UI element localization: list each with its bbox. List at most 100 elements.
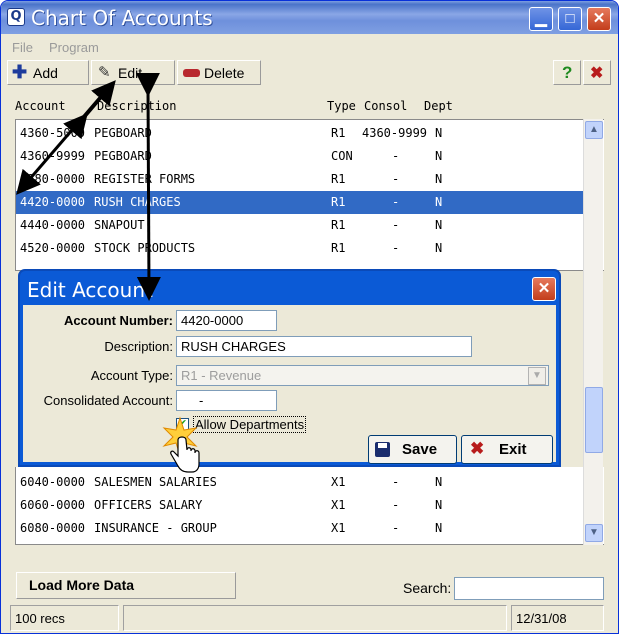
record-count: 100 recs [10,605,119,631]
header-description[interactable]: Description [97,99,176,113]
account-type-select[interactable]: R1 - Revenue [176,365,549,386]
table-row-selected[interactable]: 4420-0000 RUSH CHARGES R1 - N [16,191,584,214]
cell-consol: 4360-9999 [362,126,428,140]
pencil-icon: ✎ [98,64,111,81]
scroll-thumb[interactable] [585,387,603,453]
cell-type: X1 [331,521,346,535]
cell-dept: N [435,149,443,163]
cell-description: OFFICERS SALARY [94,498,203,512]
exit-icon: ✖ [590,65,604,82]
cell-consol: - [392,498,400,512]
scroll-up-button[interactable]: ▲ [585,121,603,139]
header-dept[interactable]: Dept [424,99,453,113]
cell-consol: - [392,475,400,489]
cell-consol: - [392,521,400,535]
table-row[interactable]: 4360-5000 PEGBOARD R1 4360-9999 N [16,122,584,145]
dropdown-arrow-icon[interactable]: ▼ [528,367,546,385]
title-bar[interactable]: Q Chart Of Accounts ▁ □ ✕ [1,1,618,34]
account-number-label: Account Number: [63,313,173,328]
account-list: 4360-5000 PEGBOARD R1 4360-9999 N 4360-9… [15,119,604,271]
exit-label: Exit [499,441,527,458]
status-bar: 100 recs 12/31/08 [1,603,618,633]
cell-dept: N [435,498,443,512]
delete-icon [183,69,200,77]
cell-dept: N [435,126,443,140]
cell-consol: - [392,172,400,186]
allow-departments-label[interactable]: Allow Departments [193,416,307,433]
minimize-icon: ▁ [535,10,547,27]
cell-account: 6080-0000 [20,521,86,535]
plus-icon: ✚ [12,62,28,82]
vertical-scrollbar[interactable]: ▲ ▼ [583,119,603,545]
cell-account: 4520-0000 [20,241,86,255]
grid-header: Account Description Type Consol Dept [1,97,618,117]
close-icon: ✕ [537,280,551,297]
cell-dept: N [435,521,443,535]
menu-file[interactable]: File [12,40,33,55]
edit-button[interactable]: ✎ Edit [91,60,175,85]
cell-account: 6040-0000 [20,475,86,489]
table-row[interactable]: 4380-0000 REGISTER FORMS R1 - N [16,168,584,191]
table-row[interactable]: 4360-9999 PEGBOARD CON - N [16,145,584,168]
table-row[interactable]: 6060-0000 OFFICERS SALARY X1 - N [16,494,584,517]
cell-account: 4360-5000 [20,126,86,140]
account-list-lower: 6040-0000 SALESMEN SALARIES X1 - N 6060-… [15,467,604,545]
consolidated-account-field[interactable]: - [176,390,277,411]
cell-account: 6060-0000 [20,498,86,512]
menu-program[interactable]: Program [49,40,99,55]
checkmark-icon: ✔ [177,418,188,430]
minimize-button[interactable]: ▁ [529,7,553,31]
status-message [123,605,507,631]
allow-departments-checkbox[interactable]: ✔ [176,418,189,431]
help-icon: ? [562,63,573,82]
cell-type: R1 [331,241,346,255]
header-account[interactable]: Account [15,99,66,113]
cell-type: R1 [331,218,346,232]
exit-dialog-button[interactable]: ✖ Exit [461,435,553,464]
table-row[interactable]: 6040-0000 SALESMEN SALARIES X1 - N [16,471,584,494]
cell-account: 4360-9999 [20,149,86,163]
toolbar: ✚ Add ✎ Edit Delete ? ✖ [5,59,614,87]
cell-description: STOCK PRODUCTS [94,241,196,255]
account-type-label: Account Type: [90,368,173,383]
description-field[interactable]: RUSH CHARGES [176,336,472,357]
cell-type: R1 [331,195,346,209]
cell-description: PEGBOARD [94,126,152,140]
exit-button[interactable]: ✖ [583,60,611,85]
cell-type: X1 [331,498,346,512]
chart-of-accounts-window: Q Chart Of Accounts ▁ □ ✕ File Program ✚… [0,0,619,634]
delete-button[interactable]: Delete [177,60,261,85]
search-input[interactable] [454,577,604,600]
cell-account: 4440-0000 [20,218,86,232]
scroll-down-button[interactable]: ▼ [585,524,603,542]
add-label: Add [33,65,58,81]
description-label: Description: [104,339,173,354]
header-type[interactable]: Type [327,99,356,113]
table-row[interactable]: 4440-0000 SNAPOUT R1 - N [16,214,584,237]
dialog-body: Account Number: 4420-0000 Description: R… [23,305,556,464]
chevron-down-icon: ▼ [589,527,599,538]
floppy-disk-icon [375,442,390,457]
account-type-value: R1 - Revenue [181,368,262,383]
close-button[interactable]: ✕ [587,7,611,31]
account-number-field[interactable]: 4420-0000 [176,310,277,331]
load-more-data-button[interactable]: Load More Data [16,572,236,599]
cell-dept: N [435,195,443,209]
table-row[interactable]: 4520-0000 STOCK PRODUCTS R1 - N [16,237,584,260]
save-button[interactable]: Save [368,435,457,464]
maximize-button[interactable]: □ [558,7,582,31]
add-button[interactable]: ✚ Add [7,60,89,85]
cell-consol: - [392,149,400,163]
table-row[interactable]: 6080-0000 INSURANCE - GROUP X1 - N [16,517,584,540]
dialog-close-button[interactable]: ✕ [532,277,556,301]
cell-type: R1 [331,172,346,186]
cell-dept: N [435,475,443,489]
header-consol[interactable]: Consol [364,99,407,113]
maximize-icon: □ [565,10,575,27]
help-button[interactable]: ? [553,60,581,85]
cell-description: SALESMEN SALARIES [94,475,217,489]
cell-description: RUSH CHARGES [94,195,181,209]
cell-consol: - [392,218,400,232]
cell-type: R1 [331,126,346,140]
cell-description: INSURANCE - GROUP [94,521,217,535]
